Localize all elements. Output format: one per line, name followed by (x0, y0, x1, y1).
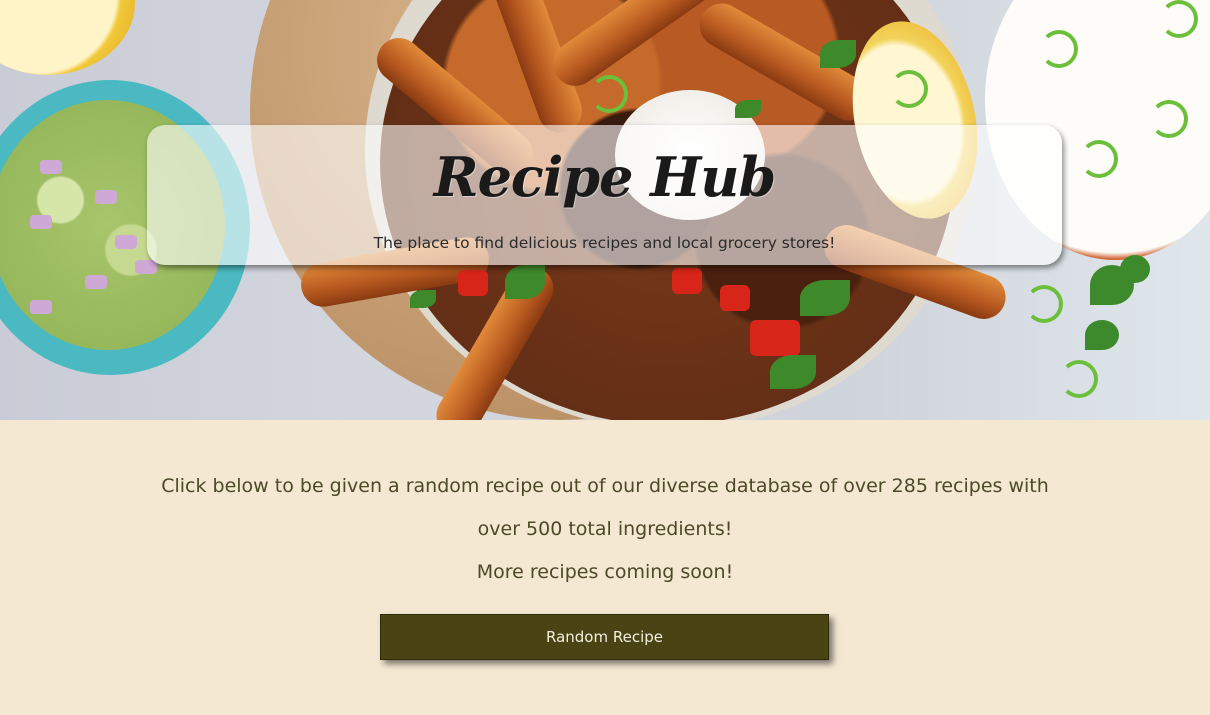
herb-sprig (1120, 255, 1150, 283)
cilantro-leaf (770, 355, 816, 389)
onion-piece (40, 160, 62, 174)
scallion-ring (590, 75, 628, 113)
scallion-ring (1080, 140, 1118, 178)
site-title: Recipe Hub (433, 145, 777, 209)
tomato-piece (750, 320, 800, 356)
tomato-piece (458, 270, 488, 296)
cilantro-leaf (505, 265, 545, 299)
onion-piece (30, 300, 52, 314)
tomato-piece (720, 285, 750, 311)
intro-text: Click below to be given a random recipe … (161, 475, 1049, 540)
lemon-slice (0, 0, 135, 75)
coming-soon-text: More recipes coming soon! (476, 561, 734, 583)
cilantro-leaf (410, 290, 436, 308)
cilantro-leaf (800, 280, 850, 316)
scallion-ring (1150, 100, 1188, 138)
tomato-piece (672, 268, 702, 294)
scallion-ring (1060, 360, 1098, 398)
scallion-ring (1160, 0, 1198, 38)
site-tagline: The place to find delicious recipes and … (373, 234, 836, 252)
onion-piece (95, 190, 117, 204)
onion-piece (30, 215, 52, 229)
onion-piece (135, 260, 157, 274)
scallion-ring (890, 70, 928, 108)
cilantro-leaf (820, 40, 856, 68)
scallion-ring (1040, 30, 1078, 68)
onion-piece (85, 275, 107, 289)
herb-sprig (1085, 320, 1119, 350)
random-recipe-button[interactable]: Random Recipe (380, 614, 829, 660)
cilantro-leaf (735, 100, 761, 118)
title-card: Recipe Hub The place to find delicious r… (147, 125, 1062, 265)
scallion-ring (1025, 285, 1063, 323)
onion-piece (115, 235, 137, 249)
